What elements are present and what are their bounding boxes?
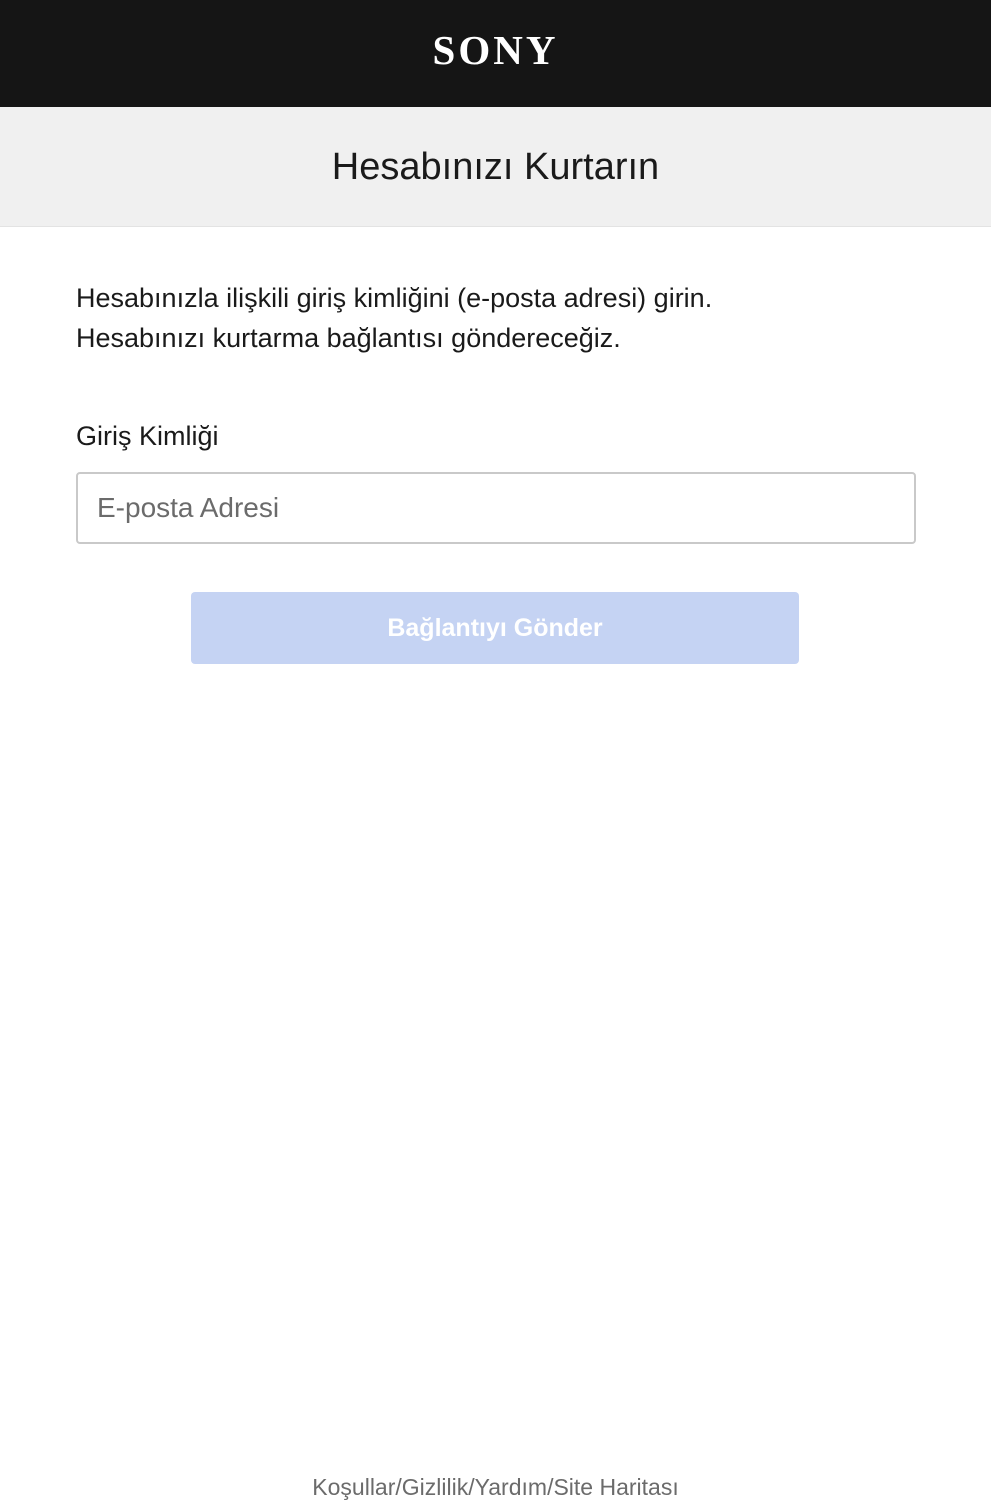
intro-text: Hesabınızla ilişkili giriş kimliğini (e-… — [76, 278, 916, 358]
sony-logo[interactable]: SONY — [0, 26, 991, 74]
footer-link-terms[interactable]: Koşullar — [312, 1474, 395, 1500]
footer-link-privacy[interactable]: Gizlilik — [402, 1474, 468, 1500]
page-title: Hesabınızı Kurtarın — [331, 146, 660, 188]
email-input[interactable] — [76, 472, 916, 544]
footer-links: Koşullar/Gizlilik/Yardım/Site Haritası — [0, 1472, 991, 1502]
sign-in-id-label: Giriş Kimliği — [76, 421, 219, 451]
recovery-page: SONY Hesabınızı Kurtarın Hesabınızla ili… — [0, 0, 991, 1511]
footer-link-help[interactable]: Yardım — [475, 1474, 547, 1500]
footer-link-sitemap[interactable]: Site Haritası — [553, 1474, 678, 1500]
send-link-button[interactable]: Bağlantıyı Gönder — [191, 592, 799, 664]
intro-line-1: Hesabınızla ilişkili giriş kimliğini (e-… — [76, 283, 713, 313]
intro-line-2: Hesabınızı kurtarma bağlantısı gönderece… — [76, 323, 621, 353]
top-bar: SONY — [0, 0, 991, 107]
